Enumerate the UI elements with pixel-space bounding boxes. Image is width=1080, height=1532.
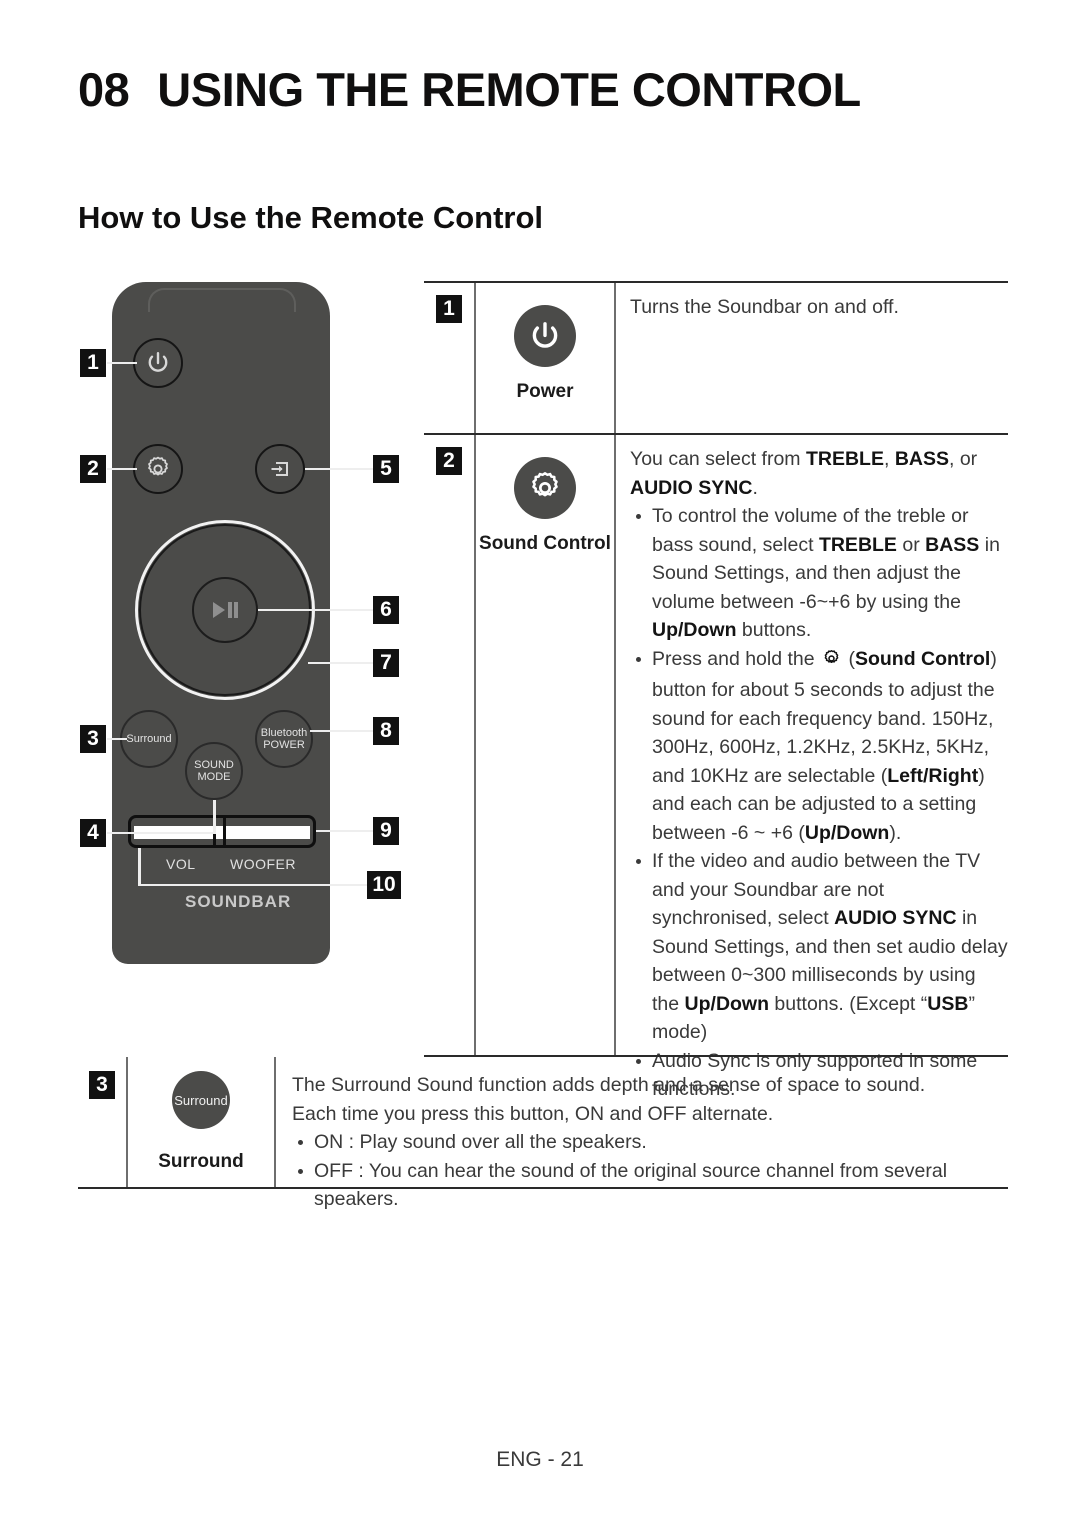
row-description-cell: Turns the Soundbar on and off. [614,283,1008,433]
sound-control-bullet-list: To control the volume of the treble or b… [630,502,1008,1104]
remote-bluetooth-label: Bluetooth POWER [261,727,307,751]
remote-sound-mode-button[interactable]: SOUND MODE [185,742,243,800]
leader-line-9 [316,830,376,832]
row-icon-cell: Sound Control [474,435,614,1055]
row-number-cell: 2 [424,435,474,475]
row-number-cell: 1 [424,283,474,323]
table-bottom-rule [78,1187,1008,1189]
row-icon-caption: Sound Control [479,533,611,554]
table-row-sound-control: 2 Sound Control You can select from TREB… [424,435,1008,1100]
power-description: Turns the Soundbar on and off. [630,296,899,318]
power-icon [532,322,558,348]
row-badge-3: 3 [89,1071,115,1099]
intro-bold-treble: TREBLE [805,448,884,470]
leader-line-4 [107,832,215,834]
surround-line-1: The Surround Sound function adds depth a… [292,1074,926,1096]
remote-soundbar-caption: SOUNDBAR [185,892,292,911]
callout-4: 4 [80,819,106,847]
intro-bold-bass: BASS [894,448,949,470]
callout-1: 1 [80,349,106,377]
remote-top-inset [148,288,296,312]
play-pause-icon [212,602,238,618]
source-input-icon [271,462,288,476]
sound-control-icon-disc [514,457,576,519]
callout-10: 10 [367,871,401,899]
leader-line-10 [138,884,376,886]
intro-text-3: , or [949,448,978,470]
gear-icon [148,456,168,476]
list-item: Press and hold the (Sound Control) butto… [630,645,1008,848]
remote-vol-caption: VOL [166,856,196,872]
remote-control-diagram: Surround SOUND MODE Bluetooth POWER VOL … [70,270,415,1070]
list-item: OFF : You can hear the sound of the orig… [292,1157,1008,1214]
intro-text-4: . [752,476,758,499]
row-icon-cell: Power [474,283,614,433]
leader-line-8 [310,730,376,732]
chapter-title: USING THE REMOTE CONTROL [157,63,861,116]
callout-2: 2 [80,455,106,483]
remote-bluetooth-power-button[interactable]: Bluetooth POWER [255,710,313,768]
gear-icon [822,648,841,677]
intro-bold-audio-sync: AUDIO SYNC [630,476,753,499]
callout-5: 5 [373,455,399,483]
rocker-divider-right [223,818,226,845]
list-item: If the video and audio between the TV an… [630,847,1008,1047]
callout-8: 8 [373,717,399,745]
leader-line-4-vert [213,800,216,834]
row-description-cell: You can select from TREBLE, BASS, or AUD… [614,435,1008,1100]
intro-text-2: , [883,448,895,470]
gear-icon [532,472,558,497]
bluetooth-line2: POWER [263,739,305,751]
power-button-icon-disc [514,305,576,367]
leader-line-10-vert [138,848,141,886]
surround-bullet-list: ON : Play sound over all the speakers. OF… [292,1128,1008,1214]
leader-line-6 [258,609,376,611]
power-icon [148,352,168,372]
remote-woofer-caption: WOOFER [230,856,296,872]
chapter-number: 08 [78,63,130,116]
leader-line-7 [308,662,376,664]
remote-play-pause-button[interactable] [192,577,258,643]
surround-button-icon: Surround [172,1071,230,1129]
list-item: ON : Play sound over all the speakers. [292,1128,1008,1157]
sound-mode-line1: SOUND [194,759,234,771]
callout-3: 3 [80,725,106,753]
row-icon-caption: Surround [158,1151,244,1172]
row-icon-cell: Surround Surround [126,1057,274,1187]
sound-control-intro: You can select from TREBLE, BASS, or AUD… [630,445,1008,502]
remote-surround-button[interactable]: Surround [120,710,178,768]
callout-9: 9 [373,817,399,845]
remote-source-button[interactable] [255,444,305,494]
remote-surround-label: Surround [126,733,172,745]
table-row-power: 1 Power Turns the Soundbar on and off. [424,283,1008,433]
intro-text-1: You can select from [630,448,806,470]
callout-6: 6 [373,596,399,624]
remote-sound-mode-label: SOUND MODE [194,759,234,783]
row-badge-2: 2 [436,447,462,475]
table-row-surround: 3 Surround Surround The Surround Sound f… [78,1057,1008,1210]
list-item: To control the volume of the treble or b… [630,502,1008,645]
leader-line-2 [107,468,137,470]
surround-line-2: Each time you press this button, ON and … [292,1102,774,1125]
leader-line-3 [107,738,127,740]
row-number-cell: 3 [78,1057,126,1099]
remote-power-button[interactable] [133,338,183,388]
leader-line-5 [305,468,375,470]
sound-mode-line2: MODE [197,771,231,783]
surround-badge-text: Surround [174,1092,228,1108]
remote-sound-control-button[interactable] [133,444,183,494]
page-title: 08 USING THE REMOTE CONTROL [78,62,861,117]
callout-7: 7 [373,649,399,677]
bluetooth-line1: Bluetooth [260,727,308,739]
page-footer: ENG - 21 [496,1448,584,1471]
row-icon-caption: Power [516,381,574,402]
row-badge-1: 1 [436,295,462,323]
leader-line-1 [107,362,137,364]
row-description-cell: The Surround Sound function adds depth a… [274,1057,1008,1210]
section-heading: How to Use the Remote Control [78,200,544,235]
